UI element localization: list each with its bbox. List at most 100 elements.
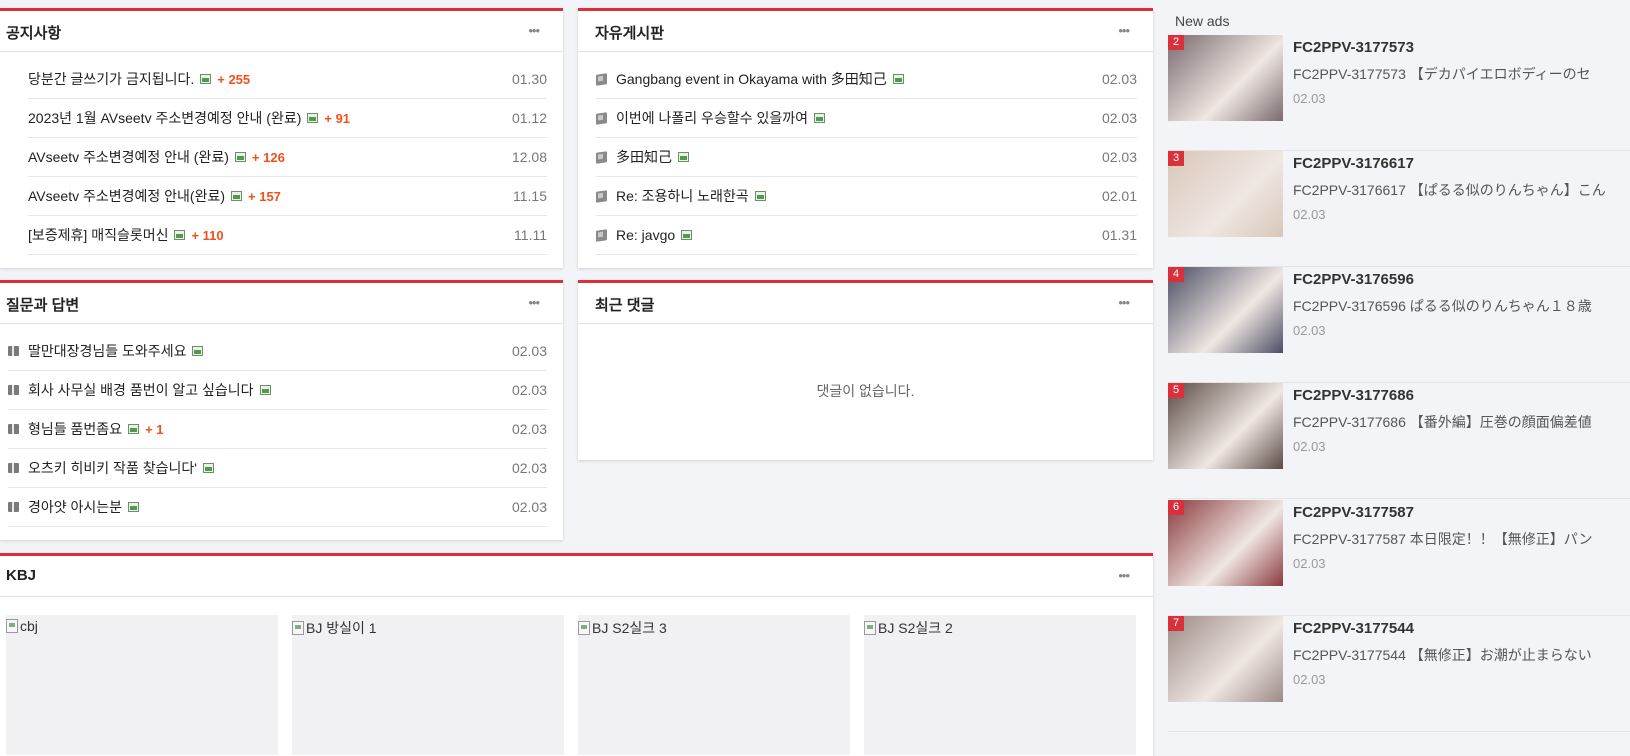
ad-description[interactable]: FC2PPV-3176596 ぱるる似のりんちゃん１８歳 [1293,296,1630,316]
kbj-card[interactable]: cbj [6,615,278,755]
ad-item[interactable]: 6 FC2PPV-3177587 FC2PPV-3177587 本日限定！！【無… [1168,500,1630,616]
kbj-card[interactable]: BJ S2실크 2 [864,615,1136,755]
image-icon [754,191,766,201]
ad-description[interactable]: FC2PPV-3177573 【デカパイエロボディーのセ [1293,64,1630,84]
list-item: Re: javgo 01.31 [596,216,1137,255]
ad-thumbnail[interactable] [1168,267,1283,353]
ad-title[interactable]: FC2PPV-3177573 [1293,39,1414,56]
list-item: AVseetv 주소변경예정 안내(완료) + 157 11.15 [28,177,547,216]
post-title[interactable]: AVseetv 주소변경예정 안내(완료) + 157 [28,186,281,206]
post-date: 02.03 [511,382,547,398]
ad-title[interactable]: FC2PPV-3176617 [1293,155,1414,172]
ad-title[interactable]: FC2PPV-3177544 [1293,620,1414,637]
image-icon [202,463,214,473]
post-title[interactable]: Re: 조용하니 노래한곡 [596,186,766,206]
ad-description[interactable]: FC2PPV-3177544 【無修正】お潮が止まらない [1293,645,1630,665]
ad-thumbnail[interactable] [1168,383,1283,469]
more-icon[interactable]: ••• [528,23,540,38]
ad-title[interactable]: FC2PPV-3176596 [1293,271,1414,288]
post-date: 02.03 [511,421,547,437]
ad-description[interactable]: FC2PPV-3176617 【ぱるる似のりんちゃん】こん [1293,180,1630,200]
ad-thumbnail[interactable] [1168,35,1283,121]
kbj-thumbnail[interactable]: BJ 방실이 1 [292,618,377,638]
post-list: 딸만대장경님들 도와주세요 02.03 회사 사무실 배경 품번이 알고 싶습니… [8,332,547,527]
image-icon [681,230,693,240]
list-item: 오츠키 히비키 작품 찾습니다' 02.03 [8,449,547,488]
kbj-thumbnail[interactable]: BJ S2실크 3 [578,618,667,638]
more-icon[interactable]: ••• [1118,568,1130,583]
ad-thumbnail[interactable] [1168,151,1283,237]
gift-icon [8,424,19,434]
image-icon [892,74,904,84]
ad-date: 02.03 [1293,207,1326,222]
post-title[interactable]: 오츠키 히비키 작품 찾습니다' [8,458,220,478]
post-title[interactable]: AVseetv 주소변경예정 안내 (완료) + 126 [28,147,285,167]
broken-image-icon [6,619,18,633]
ad-title[interactable]: FC2PPV-3177686 [1293,387,1414,404]
post-title[interactable]: 多田知己 [596,147,689,167]
post-date: 02.03 [511,343,547,359]
ad-item[interactable]: 7 FC2PPV-3177544 FC2PPV-3177544 【無修正】お潮が… [1168,616,1630,732]
image-icon [234,152,246,162]
post-date: 02.03 [1101,149,1137,165]
image-icon [814,113,825,123]
ad-description[interactable]: FC2PPV-3177587 本日限定！！【無修正】パン [1293,529,1630,549]
post-title[interactable]: Re: javgo [596,227,693,243]
post-date: 01.12 [511,110,547,126]
ad-item[interactable]: 5 FC2PPV-3177686 FC2PPV-3177686 【番外編】圧巻の… [1168,383,1630,499]
notice-panel: 공지사항 ••• 당분간 글쓰기가 금지됩니다. + 255 01.30 2023… [0,8,563,268]
panel-header: KBJ ••• [0,556,1153,597]
ad-description[interactable]: FC2PPV-3177686 【番外編】圧巻の顔面偏差値 [1293,412,1630,432]
gift-icon [8,346,19,356]
kbj-card[interactable]: BJ 방실이 1 [292,615,564,755]
post-title[interactable]: 당분간 글쓰기가 금지됩니다. + 255 [28,69,250,89]
post-list: 당분간 글쓰기가 금지됩니다. + 255 01.30 2023년 1월 AVse… [28,60,547,255]
image-icon [192,346,204,356]
sidebar-title: New ads [1175,13,1230,29]
rank-badge: 2 [1168,35,1184,50]
list-item: 경아얏 아시는분 02.03 [8,488,547,527]
comment-count: + 255 [217,71,251,87]
panel-header: 최근 댓글 ••• [578,283,1153,324]
ad-date: 02.03 [1293,672,1326,687]
more-icon[interactable]: ••• [1118,295,1130,310]
more-icon[interactable]: ••• [1118,23,1130,38]
panel-title: 자유게시판 [595,25,665,42]
broken-image-icon [864,621,876,635]
more-icon[interactable]: ••• [528,295,540,310]
ad-title[interactable]: FC2PPV-3177587 [1293,504,1414,521]
post-title[interactable]: 이번에 나폴리 우승할수 있을까여 [596,108,825,128]
post-date: 02.03 [1101,71,1137,87]
image-icon [259,385,271,395]
panel-header: 공지사항 ••• [0,11,563,52]
ad-thumbnail[interactable] [1168,616,1283,702]
kbj-grid: cbj BJ 방실이 1 BJ S2실크 3 BJ S2실크 2 [6,615,1153,755]
gift-icon [8,502,19,512]
kbj-thumbnail[interactable]: cbj [6,618,38,634]
post-title[interactable]: 경아얏 아시는분 [8,497,145,517]
post-title[interactable]: 딸만대장경님들 도와주세요 [8,341,209,361]
ad-item[interactable]: 4 FC2PPV-3176596 FC2PPV-3176596 ぱるる似のりんち… [1168,267,1630,383]
post-date: 01.30 [511,71,547,87]
ad-item[interactable]: 3 FC2PPV-3176617 FC2PPV-3176617 【ぱるる似のりん… [1168,151,1630,267]
list-item: Gangbang event in Okayama with 多田知己 02.0… [596,60,1137,99]
rank-badge: 3 [1168,151,1184,166]
kbj-thumbnail[interactable]: BJ S2실크 2 [864,618,953,638]
post-date: 11.11 [514,227,547,243]
list-item: 당분간 글쓰기가 금지됩니다. + 255 01.30 [28,60,547,99]
broken-image-icon [578,621,590,635]
post-title[interactable]: 회사 사무실 배경 품번이 알고 싶습니다 [8,380,277,400]
rank-badge: 7 [1168,616,1184,631]
post-title[interactable]: 2023년 1월 AVseetv 주소변경예정 안내 (완료) + 91 [28,108,350,128]
ad-item[interactable]: 2 FC2PPV-3177573 FC2PPV-3177573 【デカパイエロボ… [1168,35,1630,151]
kbj-card[interactable]: BJ S2실크 3 [578,615,850,755]
rank-badge: 5 [1168,383,1184,398]
post-title[interactable]: [보증제휴] 매직슬롯머신 + 110 [28,225,224,245]
ad-thumbnail[interactable] [1168,500,1283,586]
ad-date: 02.03 [1293,439,1326,454]
post-title[interactable]: 형님들 품번좀요 + 1 [8,419,164,439]
panel-title: 질문과 답변 [6,297,80,314]
post-title[interactable]: Gangbang event in Okayama with 多田知己 [596,69,904,89]
list-item: [보증제휴] 매직슬롯머신 + 110 11.11 [28,216,547,255]
panel-header: 질문과 답변 ••• [0,283,563,324]
